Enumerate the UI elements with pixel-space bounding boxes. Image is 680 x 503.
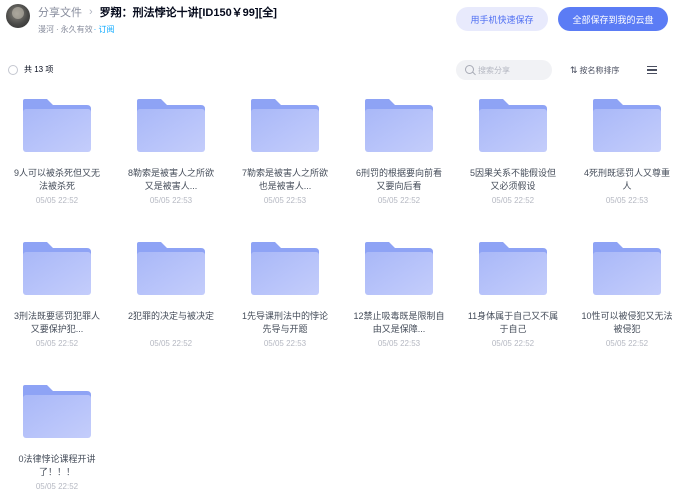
file-name[interactable]: 7勒索是被害人之所欲也是被害人... <box>238 167 332 193</box>
file-name[interactable]: 2犯罪的决定与被决定 <box>124 310 218 323</box>
file-item[interactable]: 12禁止吸毒既是限制自由又是保障... 05/05 22:53 <box>352 240 445 360</box>
file-date: 05/05 22:53 <box>149 196 193 205</box>
folder-icon <box>479 99 547 152</box>
file-name[interactable]: 0法律悖论课程开讲了！！！ <box>10 453 104 479</box>
file-name[interactable]: 12禁止吸毒既是限制自由又是保障... <box>352 310 446 336</box>
file-item[interactable]: 6刑罚的根据要向前看又要向后看 05/05 22:52 <box>352 97 442 217</box>
file-name[interactable]: 3刑法既要惩罚犯罪人又要保护犯... <box>10 310 104 336</box>
file-date: 05/05 22:52 <box>491 196 535 205</box>
file-name[interactable]: 6刑罚的根据要向前看又要向后看 <box>352 167 446 193</box>
folder-icon <box>23 99 91 152</box>
file-item[interactable]: 5因果关系不能假设但又必须假设 05/05 22:52 <box>466 97 556 217</box>
file-item[interactable]: 1先导课刑法中的悖论先导与开题 05/05 22:53 <box>238 240 328 360</box>
file-name[interactable]: 8勒索是被害人之所欲又是被害人... <box>124 167 218 193</box>
file-date: 05/05 22:52 <box>491 339 535 348</box>
file-item[interactable]: 7勒索是被害人之所欲也是被害人... 05/05 22:53 <box>238 97 328 217</box>
folder-icon <box>137 99 205 152</box>
file-date: 05/05 22:53 <box>605 196 649 205</box>
file-date: 05/05 22:52 <box>35 196 79 205</box>
folder-icon <box>251 99 319 152</box>
file-item[interactable]: 9人可以被杀死但又无法被杀死 05/05 22:52 <box>10 97 100 217</box>
file-date: 05/05 22:52 <box>149 339 193 348</box>
file-name[interactable]: 1先导课刑法中的悖论先导与开题 <box>238 310 332 336</box>
file-name[interactable]: 9人可以被杀死但又无法被杀死 <box>10 167 104 193</box>
folder-icon <box>365 242 433 295</box>
file-item[interactable]: 3刑法既要惩罚犯罪人又要保护犯... 05/05 22:52 <box>10 240 100 360</box>
file-item[interactable]: 11身体属于自己又不属于自己 05/05 22:52 <box>466 240 558 360</box>
file-item[interactable]: 8勒索是被害人之所欲又是被害人... 05/05 22:53 <box>124 97 214 217</box>
folder-icon <box>137 242 205 295</box>
file-grid: 9人可以被杀死但又无法被杀死 05/05 22:52 8勒索是被害人之所欲又是被害人… <box>0 0 680 500</box>
file-date: 05/05 22:52 <box>35 482 79 491</box>
file-name[interactable]: 4死刑既惩罚人又尊重人 <box>580 167 674 193</box>
file-date: 05/05 22:52 <box>35 339 79 348</box>
file-item[interactable]: 10性可以被侵犯又无法被侵犯 05/05 22:52 <box>580 240 673 360</box>
file-name[interactable]: 10性可以被侵犯又无法被侵犯 <box>580 310 674 336</box>
file-date: 05/05 22:53 <box>377 339 421 348</box>
file-name[interactable]: 11身体属于自己又不属于自己 <box>466 310 560 336</box>
folder-icon <box>23 242 91 295</box>
folder-icon <box>593 242 661 295</box>
file-item[interactable]: 4死刑既惩罚人又尊重人 05/05 22:53 <box>580 97 670 217</box>
file-date: 05/05 22:52 <box>605 339 649 348</box>
folder-icon <box>23 385 91 438</box>
folder-icon <box>593 99 661 152</box>
file-item[interactable]: 0法律悖论课程开讲了！！！ 05/05 22:52 <box>10 383 100 503</box>
folder-icon <box>365 99 433 152</box>
folder-icon <box>251 242 319 295</box>
file-date: 05/05 22:52 <box>377 196 421 205</box>
folder-icon <box>479 242 547 295</box>
file-date: 05/05 22:53 <box>263 196 307 205</box>
file-date: 05/05 22:53 <box>263 339 307 348</box>
file-item[interactable]: 2犯罪的决定与被决定 05/05 22:52 <box>124 240 214 360</box>
file-name[interactable]: 5因果关系不能假设但又必须假设 <box>466 167 560 193</box>
